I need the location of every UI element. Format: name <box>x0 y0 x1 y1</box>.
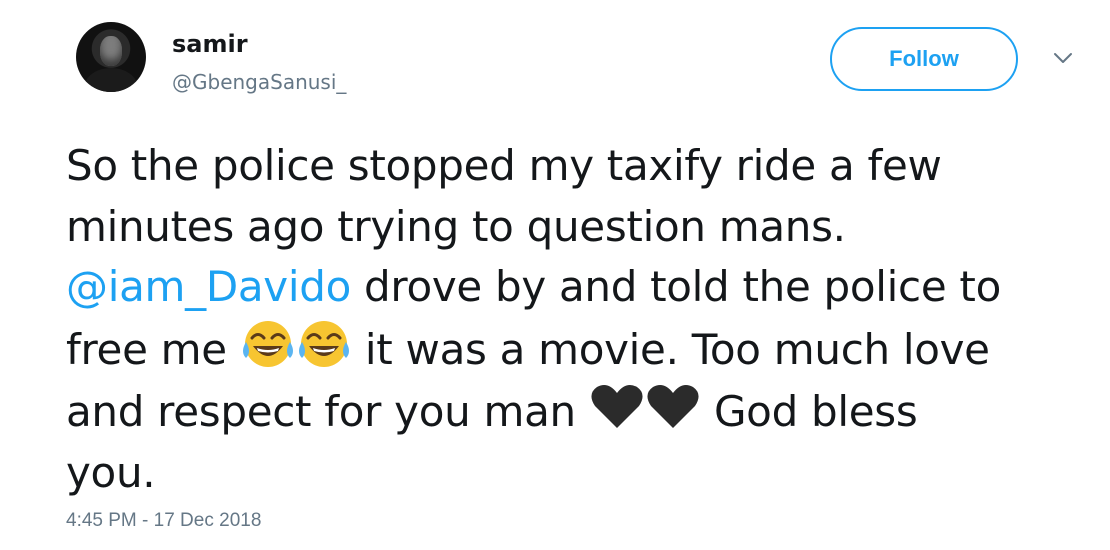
tweet-text-segment: it was a movie. Too much love <box>351 324 990 374</box>
timestamp[interactable]: 4:45 PM - 17 Dec 2018 <box>66 510 261 532</box>
face-with-tears-of-joy-icon <box>298 320 349 367</box>
tweet-text-segment: drove by and told the police to <box>350 262 1001 312</box>
user-handle[interactable]: @GbengaSanusi_ <box>172 70 346 94</box>
tweet-line: @iam_Davido drove by and told the police… <box>66 257 1081 318</box>
user-name[interactable]: samir <box>172 30 248 58</box>
black-heart-icon <box>647 385 699 429</box>
avatar-face <box>100 36 122 66</box>
avatar[interactable] <box>76 22 146 92</box>
tweet-text-segment: and respect for you man <box>66 387 589 437</box>
chevron-down-icon[interactable] <box>1052 47 1074 69</box>
follow-button[interactable]: Follow <box>830 27 1018 91</box>
tweet-line: minutes ago trying to question mans. <box>66 201 846 251</box>
black-heart-icon <box>591 385 643 429</box>
tweet-line: and respect for you man God bless <box>66 380 1081 443</box>
tweet-line: So the police stopped my taxify ride a f… <box>66 141 942 190</box>
tweet-text-segment: God bless <box>700 387 918 437</box>
tweet-line: you. <box>66 447 156 497</box>
face-with-tears-of-joy-icon <box>242 320 293 367</box>
tweet-text: So the police stopped my taxify ride a f… <box>66 136 1081 504</box>
tweet-text-segment: free me <box>66 324 240 374</box>
mention-link[interactable]: @iam_Davido <box>66 262 351 311</box>
tweet-line: free me it was a movie. Too much love <box>66 318 1081 381</box>
avatar-shoulders <box>84 68 138 92</box>
